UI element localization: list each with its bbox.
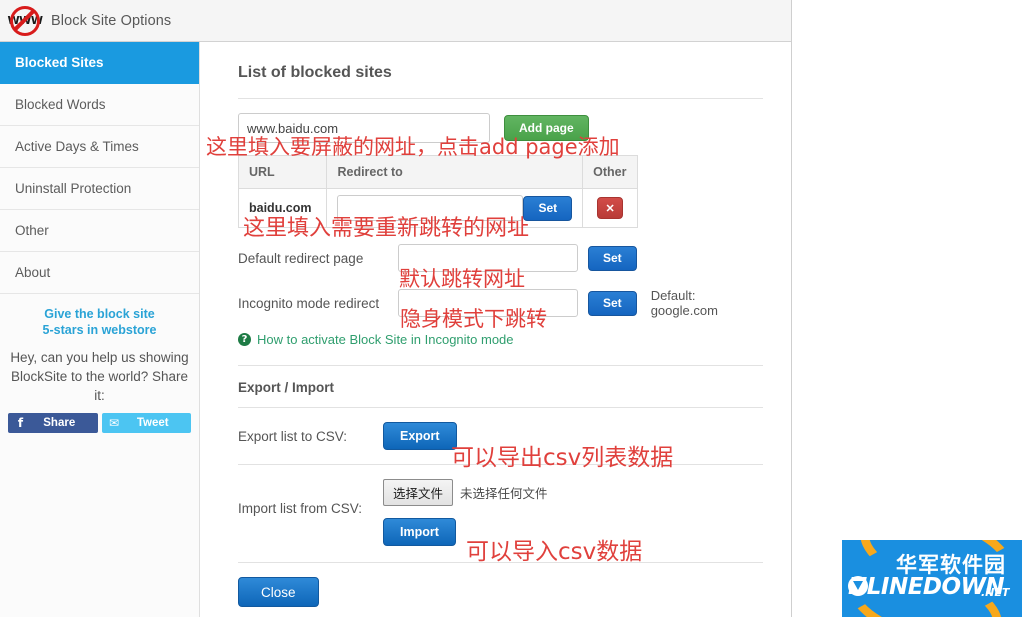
twitter-bird-icon: ✉: [108, 416, 120, 430]
add-site-row: Add page: [238, 99, 763, 153]
table-row: baidu.com Set ✕: [237, 188, 638, 228]
incognito-redirect-row: Incognito mode redirect Set Default: goo…: [238, 288, 763, 318]
page-title: Block Site Options: [51, 12, 172, 29]
sidebar-item-uninstall-protection[interactable]: Uninstall Protection: [0, 168, 199, 210]
close-button-wrap: Close: [238, 563, 763, 607]
blocked-www-icon: WWW: [7, 4, 43, 38]
facebook-share-button[interactable]: f Share: [8, 413, 98, 433]
import-label: Import list from CSV:: [238, 501, 363, 516]
export-import-heading: Export / Import: [238, 380, 335, 395]
facebook-icon: f: [17, 416, 24, 430]
onlinedown-watermark: 华军软件园 NLINEDOWN .NET: [842, 540, 1022, 617]
import-row: Import list from CSV: 选择文件 未选择任何文件 Impor…: [238, 465, 763, 562]
row-set-button[interactable]: Set: [523, 195, 573, 221]
twitter-tweet-label: Tweet: [136, 417, 169, 429]
sidebar-item-active-days-times[interactable]: Active Days & Times: [0, 126, 199, 168]
default-redirect-set-button[interactable]: Set: [588, 245, 637, 271]
import-button[interactable]: Import: [383, 518, 456, 546]
incognito-default-note: Default: google.com: [650, 288, 718, 318]
row-redirect-input[interactable]: [337, 195, 524, 221]
cell-other: ✕: [582, 188, 638, 228]
add-site-input[interactable]: [238, 113, 490, 143]
sidebar-item-about[interactable]: About: [0, 252, 199, 294]
rate-link-line1[interactable]: Give the block site: [6, 306, 193, 322]
default-redirect-row: Default redirect page Set: [238, 244, 763, 272]
column-header-url: URL: [237, 155, 328, 189]
table-head: URL Redirect to Other: [237, 155, 638, 189]
body-container: Blocked Sites Blocked Words Active Days …: [0, 42, 791, 617]
page-header: WWW Block Site Options: [0, 0, 791, 42]
incognito-redirect-label: Incognito mode redirect: [238, 295, 380, 311]
watermark-net-suffix: .NET: [981, 586, 1010, 599]
watermark-download-arrow-icon: [848, 576, 868, 596]
column-header-other: Other: [582, 155, 638, 189]
import-button-wrap: Import: [383, 518, 548, 546]
sidebar-nav: Blocked Sites Blocked Words Active Days …: [0, 42, 200, 617]
incognito-help-link[interactable]: How to activate Block Site in Incognito …: [257, 332, 514, 347]
main-content: List of blocked sites Add page URL Redir…: [200, 42, 791, 617]
question-mark-icon: ?: [238, 333, 251, 346]
rate-link-line2[interactable]: 5-stars in webstore: [6, 322, 193, 338]
export-label: Export list to CSV:: [238, 428, 348, 444]
incognito-redirect-input[interactable]: [398, 289, 578, 317]
options-page-screenshot: WWW Block Site Options Blocked Sites Blo…: [0, 0, 1022, 617]
delete-row-button[interactable]: ✕: [597, 197, 624, 219]
redirect-control-group: Set: [337, 195, 573, 221]
choose-file-button[interactable]: 选择文件: [383, 479, 454, 506]
sidebar-item-other[interactable]: Other: [0, 210, 199, 252]
export-import-top-divider: [238, 365, 763, 366]
file-selection-status: 未选择任何文件: [460, 486, 548, 501]
incognito-help-row: ? How to activate Block Site in Incognit…: [238, 332, 763, 347]
column-header-redirect-to: Redirect to: [326, 155, 584, 189]
file-chooser-line: 选择文件 未选择任何文件: [383, 479, 548, 506]
logo-www-text: WWW: [7, 14, 43, 27]
extension-options-window: WWW Block Site Options Blocked Sites Blo…: [0, 0, 792, 617]
default-redirect-label: Default redirect page: [238, 250, 364, 266]
export-button[interactable]: Export: [383, 422, 457, 450]
main-inner: List of blocked sites Add page URL Redir…: [200, 42, 791, 607]
export-row: Export list to CSV: Export: [238, 408, 763, 464]
import-controls: 选择文件 未选择任何文件 Import: [383, 479, 548, 546]
twitter-tweet-button[interactable]: ✉ Tweet: [101, 413, 191, 433]
cell-url-value: baidu.com: [237, 188, 328, 228]
incognito-set-button[interactable]: Set: [588, 290, 637, 316]
share-prompt-text: Hey, can you help us showing BlockSite t…: [10, 350, 189, 403]
default-redirect-input[interactable]: [398, 244, 578, 272]
blocked-sites-table: URL Redirect to Other baidu.com Set ✕: [237, 155, 638, 228]
add-page-button[interactable]: Add page: [504, 115, 589, 141]
blocked-sites-heading: List of blocked sites: [238, 64, 392, 81]
cell-redirect: Set: [326, 188, 584, 228]
close-button[interactable]: Close: [238, 577, 319, 607]
rate-extension-box: Give the block site 5-stars in webstore: [0, 294, 199, 340]
table-header-row: URL Redirect to Other: [237, 155, 638, 189]
facebook-share-label: Share: [43, 417, 76, 429]
table-body: baidu.com Set ✕: [237, 188, 638, 228]
sidebar-item-blocked-sites[interactable]: Blocked Sites: [0, 42, 199, 84]
social-share-buttons: f Share ✉ Tweet: [0, 411, 199, 433]
sidebar-item-blocked-words[interactable]: Blocked Words: [0, 84, 199, 126]
